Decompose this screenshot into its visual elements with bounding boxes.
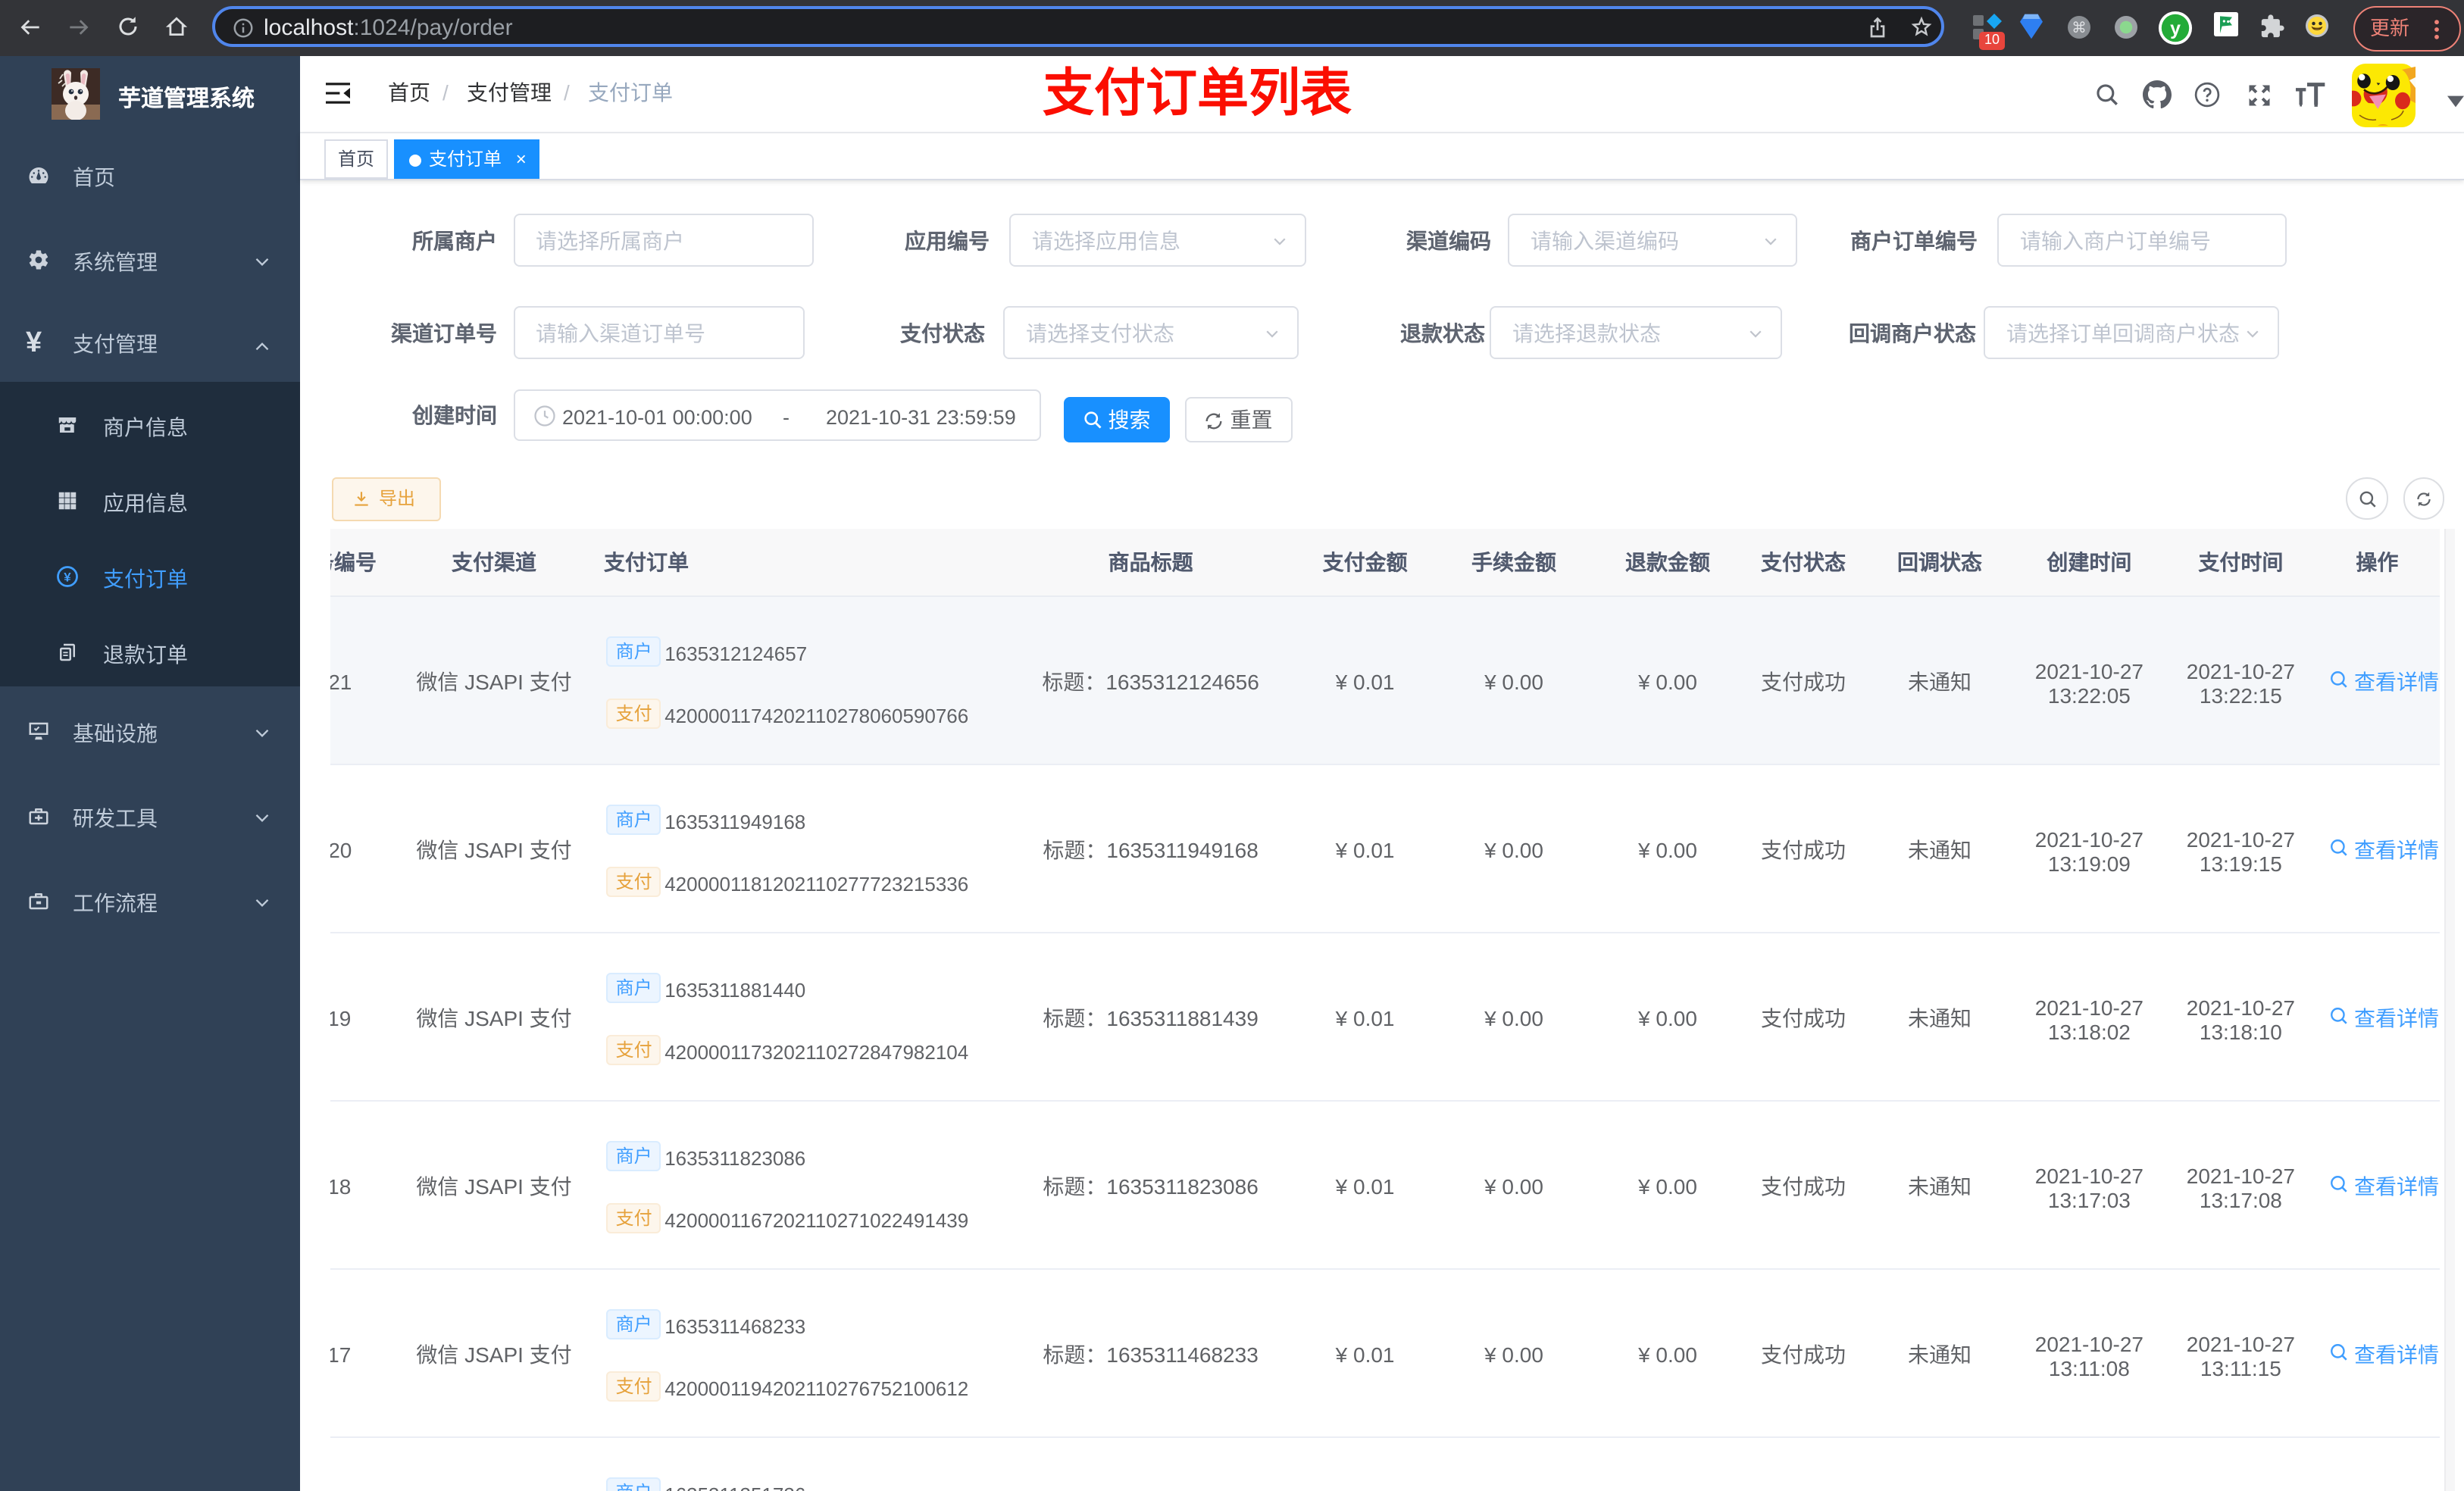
svg-text:y: y	[2170, 18, 2181, 39]
svg-text:⌘: ⌘	[2072, 20, 2087, 36]
svg-text:¥: ¥	[64, 569, 71, 583]
